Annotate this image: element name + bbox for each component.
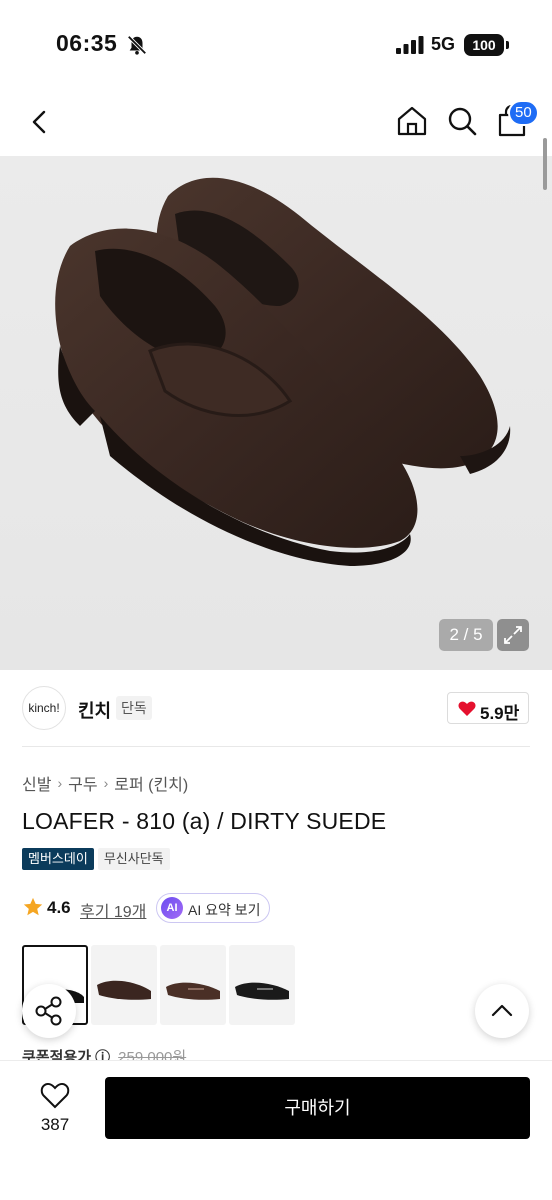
star-icon [23,897,43,916]
cart-count-badge: 50 [508,100,539,126]
rating-score: 4.6 [47,898,71,917]
review-count-link[interactable]: 후기 19개 [80,898,146,922]
exclusive-tag: 단독 [116,696,152,720]
bell-slash-icon [127,35,147,55]
heart-outline-icon [40,1083,70,1109]
scroll-top-button[interactable] [475,984,529,1038]
scroll-indicator [543,138,547,190]
product-image-gallery[interactable]: 2 / 5 [0,156,552,670]
section-divider [22,746,530,747]
product-like-count: 387 [40,1115,70,1134]
network-label: 5G [431,34,456,54]
buy-button[interactable]: 구매하기 [105,1077,530,1139]
product-tags: 멤버스데이 무신사단독 [22,848,170,870]
status-time: 06:35 [56,30,118,56]
home-icon[interactable] [394,103,430,139]
chevron-right-icon: › [103,775,109,791]
top-nav [0,90,552,156]
battery-icon: 100 [464,34,504,56]
brand-like-button[interactable]: 5.9만 [447,692,529,724]
chevron-right-icon: › [57,775,63,791]
members-day-tag: 멤버스데이 [22,848,94,870]
product-title: LOAFER - 810 (a) / DIRTY SUEDE [22,808,387,834]
shoe-thumbnail-icon [97,980,151,1000]
breadcrumb-item[interactable]: 신발 [22,771,51,795]
brand-name[interactable]: 킨치 [78,697,111,723]
ai-summary-label: AI 요약 보기 [188,902,261,918]
signal-icon [396,36,424,54]
breadcrumb-item[interactable]: 로퍼 (킨치) [114,771,188,795]
shoe-thumbnail-icon [235,982,289,1000]
ai-icon: AI [161,897,183,919]
heart-filled-icon [458,701,476,716]
ai-summary-button[interactable]: AI AI 요약 보기 [156,893,270,923]
color-option[interactable] [91,945,157,1025]
loafer-product-image [55,177,511,566]
back-icon[interactable] [24,106,56,138]
gallery-page-counter: 2 / 5 [439,619,493,651]
bottom-action-bar: 387 구매하기 [0,1060,552,1200]
brand-row: kinch! 킨치 단독 5.9만 [0,680,552,746]
rating-row: 4.6 후기 19개 AI AI 요약 보기 [22,893,522,923]
share-button[interactable] [22,984,76,1038]
search-icon[interactable] [444,103,480,139]
color-option[interactable] [160,945,226,1025]
color-option[interactable] [229,945,295,1025]
product-like-button[interactable]: 387 [22,1079,88,1139]
status-bar: 06:35 5G 100 [0,0,552,90]
share-icon [35,996,62,1026]
expand-icon[interactable] [497,619,529,651]
chevron-up-icon [491,1004,513,1017]
battery-cap [506,41,509,49]
brand-like-count: 5.9만 [480,704,520,723]
musinsa-exclusive-tag: 무신사단독 [97,848,170,870]
brand-logo[interactable]: kinch! [22,686,66,730]
shoe-thumbnail-icon [166,982,220,1000]
breadcrumb: 신발 › 구두 › 로퍼 (킨치) [22,771,188,795]
breadcrumb-item[interactable]: 구두 [68,771,97,795]
